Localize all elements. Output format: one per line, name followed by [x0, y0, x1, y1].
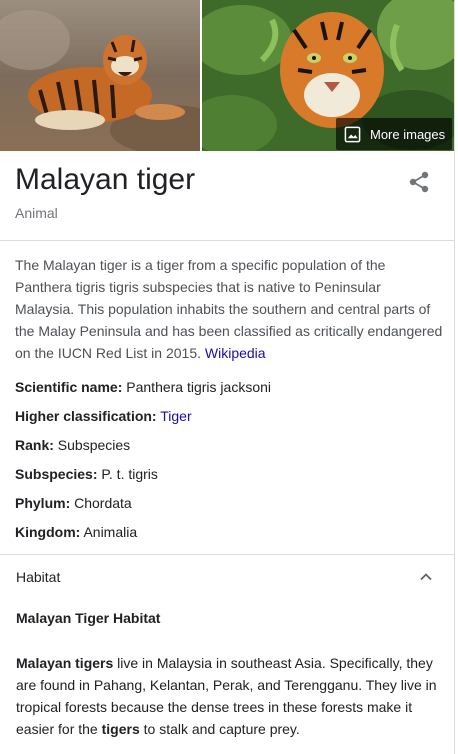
fact-value: Panthera tigris jacksoni: [122, 379, 272, 395]
fact-subspecies: Subspecies: P. t. tigris: [15, 464, 445, 493]
fact-higher-classification: Higher classification: Tiger: [15, 406, 445, 435]
fact-value: Subspecies: [53, 437, 131, 453]
fact-label: Kingdom:: [15, 524, 81, 540]
share-button[interactable]: [404, 168, 434, 198]
fact-label: Scientific name:: [15, 379, 123, 395]
entity-subtitle: Animal: [15, 205, 58, 221]
wikipedia-link[interactable]: Wikipedia: [205, 345, 266, 361]
entity-description: The Malayan tiger is a tiger from a spec…: [15, 254, 443, 364]
fact-phylum: Phylum: Chordata: [15, 493, 445, 522]
tiger-image-left[interactable]: [0, 0, 200, 151]
habitat-paragraph: Malayan tigers live in Malaysia in south…: [16, 652, 444, 740]
chevron-up-icon: [420, 573, 432, 581]
habitat-text: to stalk and capture prey.: [139, 721, 300, 737]
fact-kingdom: Kingdom: Animalia: [15, 522, 445, 551]
fact-label: Phylum:: [15, 495, 71, 511]
habitat-section-toggle[interactable]: Habitat: [0, 556, 454, 598]
knowledge-panel: More images Malayan tiger Animal The Mal…: [0, 0, 455, 754]
more-images-button[interactable]: More images: [336, 118, 452, 150]
fact-label: Higher classification:: [15, 408, 157, 424]
image-icon: [344, 126, 361, 142]
tiger-lying-photo: [0, 0, 200, 151]
habitat-heading: Malayan Tiger Habitat: [16, 610, 161, 626]
divider: [0, 240, 454, 241]
image-strip: More images: [0, 0, 454, 151]
fact-scientific-name: Scientific name: Panthera tigris jackson…: [15, 377, 445, 406]
habitat-bold-text: tigers: [101, 721, 140, 737]
fact-label: Rank:: [15, 437, 54, 453]
fact-value: Animalia: [80, 524, 138, 540]
divider: [0, 554, 454, 555]
tiger-link[interactable]: Tiger: [160, 408, 191, 424]
fact-value: Chordata: [70, 495, 132, 511]
fact-rank: Rank: Subspecies: [15, 435, 445, 464]
fact-value: P. t. tigris: [97, 466, 158, 482]
entity-title: Malayan tiger: [15, 163, 196, 196]
share-icon: [409, 171, 429, 193]
more-images-label: More images: [370, 126, 446, 142]
habitat-section-label: Habitat: [16, 569, 61, 585]
fact-label: Subspecies:: [15, 466, 98, 482]
habitat-bold-text: Malayan tigers: [16, 655, 114, 671]
facts-list: Scientific name: Panthera tigris jackson…: [15, 377, 445, 551]
